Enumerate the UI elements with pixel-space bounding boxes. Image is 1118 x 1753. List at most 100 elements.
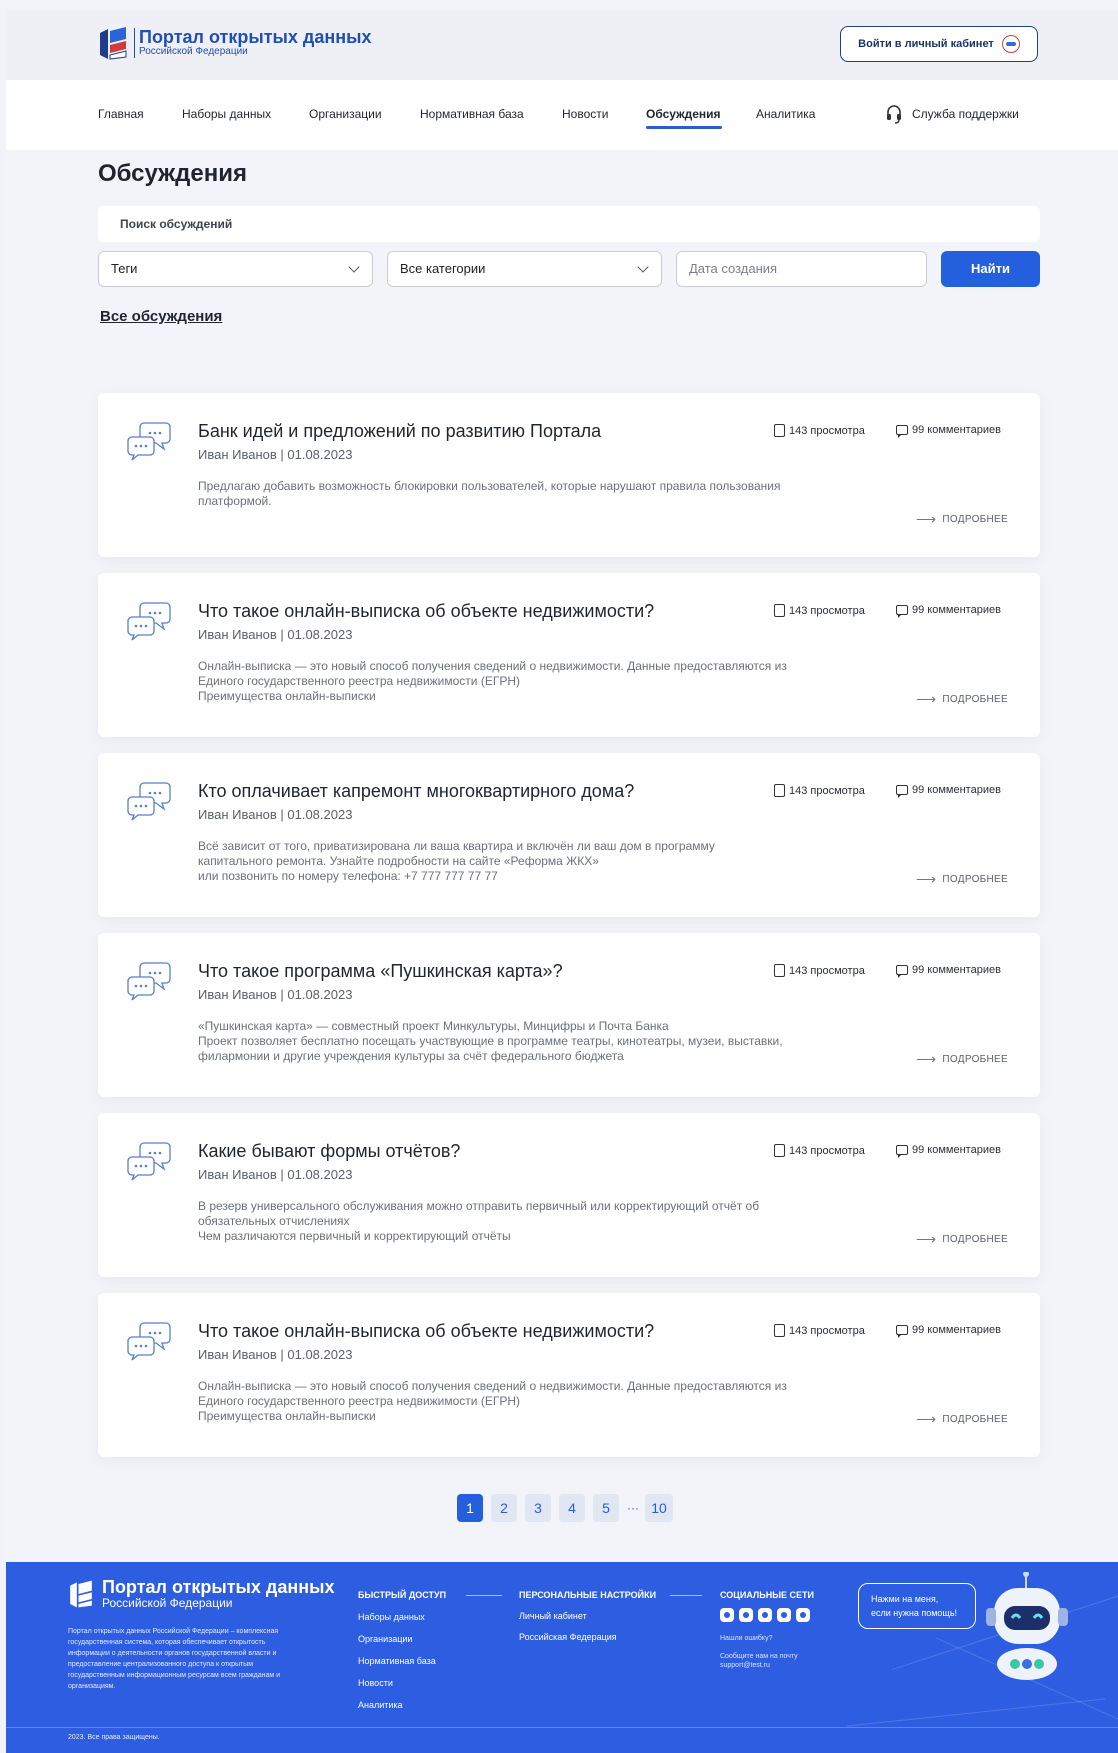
footer-link-account[interactable]: Личный кабинет [519, 1611, 587, 1621]
nav-item-news[interactable]: Новости [562, 107, 608, 121]
discussion-card[interactable]: Что такое онлайн-выписка об объекте недв… [98, 1293, 1040, 1457]
footer-link-regulations[interactable]: Нормативная база [358, 1656, 436, 1666]
more-link[interactable]: ⟶ ПОДРОБНЕЕ [916, 691, 1008, 708]
card-excerpt-line: Предлагаю добавить возможность блокировк… [198, 479, 781, 493]
robot-assistant-icon[interactable] [986, 1572, 1076, 1682]
all-discussions-link[interactable]: Все обсуждения [100, 308, 222, 325]
document-icon [774, 784, 785, 797]
footer-link-news[interactable]: Новости [358, 1678, 393, 1688]
card-excerpt-line: Проект позволяет бесплатно посещать учас… [198, 1034, 783, 1048]
nav-item-organizations[interactable]: Организации [309, 107, 382, 121]
category-select[interactable]: Все категории [387, 251, 662, 287]
footer-divider [6, 1727, 1118, 1728]
tags-select-value: Теги [111, 261, 138, 276]
discussion-card[interactable]: Что такое программа «Пушкинская карта»? … [98, 933, 1040, 1097]
card-excerpt-line: или позвонить по номеру телефона: +7 777… [198, 869, 498, 883]
comments-count: 99 комментариев [896, 784, 1001, 798]
find-button[interactable]: Найти [941, 251, 1040, 287]
card-title[interactable]: Кто оплачивает капремонт многоквартирног… [198, 781, 634, 802]
discussion-card[interactable]: Что такое онлайн-выписка об объекте недв… [98, 573, 1040, 737]
nav-item-discussions[interactable]: Обсуждения [646, 107, 721, 121]
card-excerpt-line: Онлайн-выписка — это новый способ получе… [198, 1379, 787, 1393]
login-button[interactable]: Войти в личный кабинет [840, 26, 1038, 62]
page-button-last[interactable]: 10 [645, 1494, 673, 1522]
category-select-value: Все категории [400, 261, 486, 276]
more-link[interactable]: ⟶ ПОДРОБНЕЕ [916, 1051, 1008, 1068]
arrow-right-icon: ⟶ [916, 691, 937, 707]
card-excerpt-line: филармонии и другие учреждения культуры … [198, 1049, 624, 1063]
comments-count: 99 комментариев [896, 604, 1001, 618]
more-label: ПОДРОБНЕЕ [942, 874, 1008, 885]
nav-item-regulations[interactable]: Нормативная база [420, 107, 524, 121]
pagination: 1 2 3 4 5 ··· 10 [457, 1494, 673, 1522]
personal-settings-title: ПЕРСОНАЛЬНЫЕ НАСТРОЙКИ [519, 1590, 657, 1600]
more-label: ПОДРОБНЕЕ [942, 1234, 1008, 1245]
card-excerpt-line: Чем различаются первичный и корректирующ… [198, 1229, 511, 1243]
discussion-card[interactable]: Какие бывают формы отчётов? Иван Иванов … [98, 1113, 1040, 1277]
page-button-2[interactable]: 2 [491, 1494, 517, 1522]
page-button-5[interactable]: 5 [593, 1494, 619, 1522]
telegram-icon[interactable] [758, 1608, 772, 1622]
nav-item-datasets[interactable]: Наборы данных [182, 107, 271, 121]
more-link[interactable]: ⟶ ПОДРОБНЕЕ [916, 511, 1008, 528]
date-input[interactable]: Дата создания [676, 251, 927, 287]
rutube-icon[interactable] [796, 1608, 810, 1622]
card-excerpt: «Пушкинская карта» — совместный проект М… [198, 1019, 878, 1064]
card-excerpt-line: В резерв универсального обслуживания мож… [198, 1199, 760, 1213]
document-icon [774, 604, 785, 617]
footer-link-datasets[interactable]: Наборы данных [358, 1612, 425, 1622]
card-author-date: Иван Иванов | 01.08.2023 [198, 987, 353, 1002]
chat-bubbles-icon [127, 422, 171, 461]
card-author-date: Иван Иванов | 01.08.2023 [198, 447, 353, 462]
vk-icon[interactable] [777, 1608, 791, 1622]
page-button-3[interactable]: 3 [525, 1494, 551, 1522]
comment-icon [896, 1325, 908, 1338]
page-button-4[interactable]: 4 [559, 1494, 585, 1522]
search-input[interactable]: Поиск обсуждений [98, 206, 1040, 242]
site-logo[interactable]: Портал открытых данных Российской Федера… [98, 25, 371, 61]
comment-icon [896, 965, 908, 978]
tags-select[interactable]: Теги [98, 251, 373, 287]
chevron-down-icon [348, 261, 360, 273]
card-title[interactable]: Банк идей и предложений по развитию Порт… [198, 421, 601, 442]
card-author-date: Иван Иванов | 01.08.2023 [198, 1347, 353, 1362]
views-count: 143 просмотра [774, 784, 865, 797]
comments-count: 99 комментариев [896, 964, 1001, 978]
card-title[interactable]: Что такое онлайн-выписка об объекте недв… [198, 601, 654, 622]
views-label: 143 просмотра [789, 424, 865, 437]
odnoklassniki-icon[interactable] [720, 1608, 734, 1622]
main-nav: Главная Наборы данных Организации Нормат… [6, 80, 1118, 150]
discussion-card[interactable]: Банк идей и предложений по развитию Порт… [98, 393, 1040, 557]
discussion-card[interactable]: Кто оплачивает капремонт многоквартирног… [98, 753, 1040, 917]
card-title[interactable]: Что такое программа «Пушкинская карта»? [198, 961, 563, 982]
views-label: 143 просмотра [789, 1144, 865, 1157]
card-title[interactable]: Что такое онлайн-выписка об объекте недв… [198, 1321, 654, 1342]
views-count: 143 просмотра [774, 1144, 865, 1157]
login-button-label: Войти в личный кабинет [858, 38, 994, 50]
nav-item-home[interactable]: Главная [98, 107, 144, 121]
comments-label: 99 комментариев [912, 424, 1001, 436]
logo-title: Портал открытых данных [139, 27, 372, 47]
page-button-1[interactable]: 1 [457, 1494, 483, 1522]
comments-count: 99 комментариев [896, 424, 1001, 438]
footer-link-region[interactable]: Российская Федерация [519, 1632, 617, 1642]
footer-link-organizations[interactable]: Организации [358, 1634, 412, 1644]
top-bar: Портал открытых данных Российской Федера… [6, 10, 1118, 80]
card-title[interactable]: Какие бывают формы отчётов? [198, 1141, 460, 1162]
chat-bubbles-icon [127, 1322, 171, 1361]
footer-logo-subtitle: Российской Федерации [102, 1596, 233, 1610]
support-link[interactable]: Служба поддержки [886, 104, 1019, 124]
pagination-ellipsis: ··· [627, 1501, 639, 1515]
nav-item-analytics[interactable]: Аналитика [756, 107, 815, 121]
comments-label: 99 комментариев [912, 604, 1001, 616]
more-link[interactable]: ⟶ ПОДРОБНЕЕ [916, 1411, 1008, 1428]
footer-logo[interactable]: Портал открытых данных Российской Федера… [68, 1578, 334, 1610]
page: Портал открытых данных Российской Федера… [6, 10, 1118, 1753]
footer-link-analytics[interactable]: Аналитика [358, 1700, 403, 1710]
more-link[interactable]: ⟶ ПОДРОБНЕЕ [916, 1231, 1008, 1248]
more-link[interactable]: ⟶ ПОДРОБНЕЕ [916, 871, 1008, 888]
help-bubble[interactable]: Нажми на меня, если нужна помощь! [858, 1583, 976, 1629]
social-icons [720, 1608, 810, 1622]
skype-icon[interactable] [739, 1608, 753, 1622]
support-email-link[interactable]: support@test.ru [720, 1661, 770, 1670]
